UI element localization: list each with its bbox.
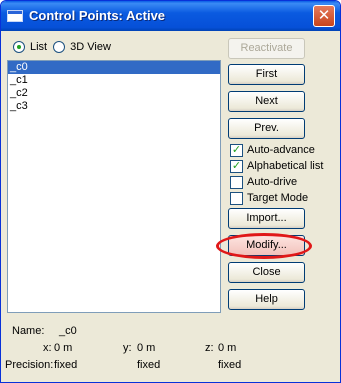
y-label: y: <box>123 342 132 354</box>
precision-z-value: fixed <box>218 359 242 371</box>
precision-label: Precision: <box>5 359 54 371</box>
radio-list-label: List <box>30 41 48 53</box>
name-value: _c0 <box>59 325 77 337</box>
close-button[interactable]: Close <box>228 262 305 283</box>
first-button[interactable]: First <box>228 64 305 85</box>
target-mode-option[interactable]: Target Mode <box>230 191 308 205</box>
window-icon <box>7 10 23 22</box>
radio-list[interactable] <box>13 41 25 53</box>
alphabetical-list-option[interactable]: ✓ Alphabetical list <box>230 159 323 173</box>
import-button[interactable]: Import... <box>228 208 305 229</box>
auto-drive-label: Auto-drive <box>247 176 298 188</box>
next-button[interactable]: Next <box>228 91 305 112</box>
target-mode-label: Target Mode <box>247 192 309 204</box>
view-mode-group: List 3D View <box>13 40 117 54</box>
x-label: x: <box>43 342 52 354</box>
highlight-circle <box>216 233 312 259</box>
auto-drive-checkbox[interactable] <box>230 175 243 189</box>
x-value: 0 m <box>54 342 73 354</box>
list-item[interactable]: _c1 <box>8 74 220 87</box>
list-item[interactable]: _c3 <box>8 100 220 113</box>
z-value: 0 m <box>218 342 237 354</box>
radio-3d-view-label: 3D View <box>70 41 111 53</box>
precision-y-value: fixed <box>137 359 161 371</box>
help-button[interactable]: Help <box>228 289 305 310</box>
alphabetical-list-checkbox[interactable]: ✓ <box>230 159 243 173</box>
prev-button[interactable]: Prev. <box>228 118 305 139</box>
alphabetical-list-label: Alphabetical list <box>247 160 324 172</box>
auto-drive-option[interactable]: Auto-drive <box>230 175 297 189</box>
y-value: 0 m <box>137 342 156 354</box>
auto-advance-checkbox[interactable]: ✓ <box>230 143 243 157</box>
reactivate-button[interactable]: Reactivate <box>228 38 305 59</box>
precision-x-value: fixed <box>54 359 78 371</box>
control-points-dialog: Control Points: Active ✕ List 3D View _c… <box>0 0 341 383</box>
auto-advance-label: Auto-advance <box>247 144 315 156</box>
list-item[interactable]: _c0 <box>8 61 220 74</box>
target-mode-checkbox[interactable] <box>230 191 243 205</box>
window-title: Control Points: Active <box>29 8 166 23</box>
auto-advance-option[interactable]: ✓ Auto-advance <box>230 143 315 157</box>
name-label: Name: <box>12 325 45 337</box>
radio-3d-view[interactable] <box>53 41 66 53</box>
control-points-list[interactable]: _c0 _c1 _c2 _c3 <box>7 60 221 313</box>
close-icon[interactable]: ✕ <box>313 5 335 27</box>
title-bar[interactable]: Control Points: Active ✕ <box>1 1 340 31</box>
z-label: z: <box>205 342 214 354</box>
list-item[interactable]: _c2 <box>8 87 220 100</box>
